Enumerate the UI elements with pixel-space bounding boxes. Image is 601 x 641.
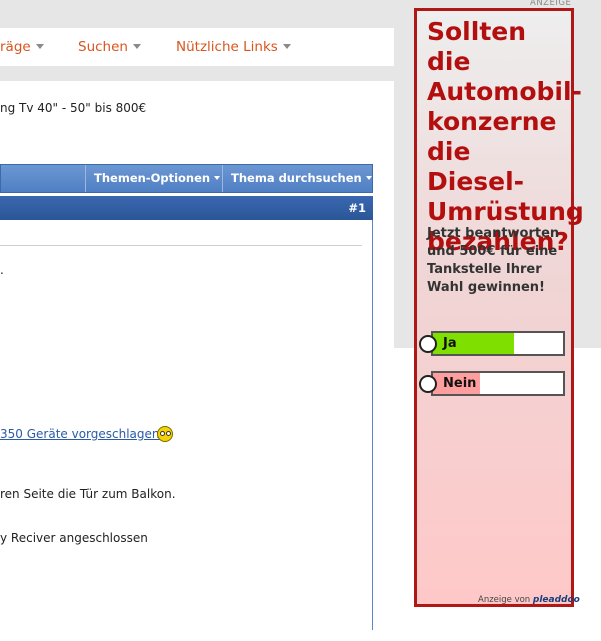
post-text-fragment: . bbox=[0, 263, 4, 277]
chevron-down-icon bbox=[35, 44, 44, 49]
post-text-line: y Reciver angeschlossen bbox=[0, 531, 148, 545]
ad-footer-text: Anzeige von bbox=[478, 595, 531, 605]
poll-option-label: Ja bbox=[443, 336, 457, 351]
nav-item-beitraege[interactable]: räge bbox=[0, 39, 44, 55]
nav-item-label: räge bbox=[0, 39, 31, 55]
thread-title: ng Tv 40" - 50" bis 800€ bbox=[0, 101, 147, 115]
chevron-down-icon bbox=[365, 176, 372, 180]
poll-option-nein[interactable]: Nein bbox=[419, 371, 565, 396]
post-text-line: ren Seite die Tür zum Balkon. bbox=[0, 487, 176, 501]
search-thread-button[interactable]: Thema durchsuchen bbox=[222, 165, 380, 192]
ad-label: ANZEIGE bbox=[530, 0, 572, 8]
poll-option-ja[interactable]: Ja bbox=[419, 331, 565, 356]
nav-item-nuetzliche-links[interactable]: Nützliche Links bbox=[176, 39, 291, 55]
radio-button[interactable] bbox=[419, 335, 437, 353]
thread-options-button[interactable]: Themen-Optionen bbox=[85, 165, 228, 192]
post-link[interactable]: 350 Geräte vorgeschlagen bbox=[0, 427, 160, 441]
ad-headline: Sollten die Automobil-konzerne die Diese… bbox=[427, 17, 584, 256]
ad-subtext: Jetzt beantworten und 500€ für eine Tank… bbox=[427, 226, 560, 295]
chevron-down-icon bbox=[132, 44, 141, 49]
radio-button[interactable] bbox=[419, 375, 437, 393]
chevron-down-icon bbox=[282, 44, 291, 49]
nav-item-label: Suchen bbox=[78, 39, 128, 55]
nav-item-label: Nützliche Links bbox=[176, 39, 278, 55]
ad-provider-logo[interactable]: pleaddoo bbox=[533, 595, 580, 605]
smiley-icon bbox=[157, 426, 173, 442]
post-divider bbox=[0, 245, 362, 246]
post-header: #1 bbox=[0, 196, 373, 220]
thread-toolbar: Themen-Optionen Thema durchsuchen bbox=[0, 164, 373, 193]
ad-footer: Anzeige von pleaddoo bbox=[478, 595, 580, 605]
thread-options-label: Themen-Optionen bbox=[94, 171, 211, 185]
search-thread-label: Thema durchsuchen bbox=[231, 171, 362, 185]
poll-advertisement[interactable]: Sollten die Automobil-konzerne die Diese… bbox=[414, 8, 584, 607]
main-nav-bar: räge Suchen Nützliche Links bbox=[0, 28, 394, 66]
post-number-link[interactable]: #1 bbox=[348, 201, 366, 215]
post-body bbox=[0, 220, 373, 630]
poll-option-label: Nein bbox=[443, 376, 477, 391]
chevron-down-icon bbox=[214, 176, 221, 180]
nav-item-suchen[interactable]: Suchen bbox=[78, 39, 141, 55]
